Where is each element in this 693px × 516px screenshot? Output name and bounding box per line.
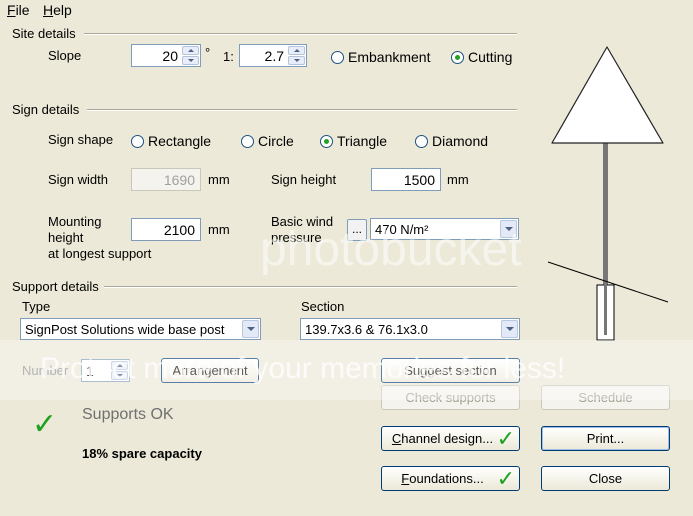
radio-embankment[interactable]: Embankment — [331, 49, 430, 65]
menu-bar: File Help — [0, 0, 693, 20]
menu-file[interactable]: File — [7, 2, 30, 18]
radio-embankment-dot[interactable] — [331, 50, 344, 64]
support-type-select[interactable]: SignPost Solutions wide base post — [20, 318, 261, 340]
foundations-rest: oundations... — [409, 471, 484, 486]
wind-label-line2: pressure — [271, 230, 322, 245]
sign-height-input[interactable]: 1500 — [371, 168, 441, 191]
menu-help-rest: elp — [53, 2, 72, 18]
number-label: Number — [22, 363, 69, 378]
foundations-check-icon: ✓ — [496, 466, 515, 491]
radio-triangle[interactable]: Triangle — [320, 133, 387, 149]
radio-circle[interactable]: Circle — [241, 133, 294, 149]
wind-pressure-label: Basic wind pressure — [271, 214, 333, 246]
number-arrows[interactable] — [111, 361, 128, 380]
slope-value: 20 — [162, 48, 178, 64]
sign-width-unit: mm — [208, 172, 230, 187]
site-details-rule — [84, 33, 517, 35]
section-value: 139.7x3.6 & 76.1x3.0 — [305, 322, 428, 337]
channel-design-label: Channel design... — [392, 431, 493, 446]
sign-height-label: Sign height — [271, 172, 337, 187]
radio-cutting[interactable]: Cutting — [451, 49, 512, 65]
support-type-dropdown-icon[interactable] — [242, 320, 259, 338]
radio-rectangle[interactable]: Rectangle — [131, 133, 211, 149]
radio-embankment-label: Embankment — [348, 49, 431, 65]
mounting-height-input[interactable]: 2100 — [131, 218, 201, 241]
radio-diamond-label: Diamond — [432, 133, 489, 149]
degree-symbol: ° — [205, 45, 211, 60]
radio-cutting-dot[interactable] — [451, 50, 464, 64]
radio-rectangle-dot[interactable] — [131, 134, 144, 148]
menu-file-rest: ile — [15, 2, 30, 18]
check-supports-button[interactable]: Check supports — [381, 385, 520, 410]
triangle-sign — [551, 46, 664, 144]
number-value: 1 — [86, 363, 94, 379]
mounting-label-line3: at longest support — [48, 246, 152, 261]
slope-up-arrow-icon[interactable] — [182, 46, 199, 55]
spare-capacity: 18% spare capacity — [82, 446, 202, 461]
schedule-button[interactable]: Schedule — [541, 385, 670, 410]
radio-circle-dot[interactable] — [241, 134, 254, 148]
type-label: Type — [22, 299, 51, 314]
wind-label-line1: Basic wind — [271, 214, 334, 229]
ratio-label: 1: — [223, 49, 234, 64]
sign-shape-label: Sign shape — [48, 132, 114, 147]
sign-post-lower — [604, 260, 607, 335]
menu-help-key: H — [43, 2, 54, 18]
radio-diamond[interactable]: Diamond — [415, 133, 488, 149]
sign-width-input[interactable]: 1690 — [131, 168, 201, 191]
number-up-arrow-icon[interactable] — [111, 361, 128, 370]
wind-pressure-dropdown-icon[interactable] — [500, 220, 517, 238]
radio-circle-label: Circle — [258, 133, 294, 149]
radio-diamond-dot[interactable] — [415, 134, 428, 148]
slope-label: Slope — [48, 48, 82, 63]
suggest-section-button[interactable]: Suggest section — [381, 358, 520, 383]
wind-pressure-browse-button[interactable]: ... — [347, 219, 367, 241]
section-dropdown-icon[interactable] — [501, 320, 518, 338]
channel-design-key: C — [391, 431, 402, 446]
ratio-up-arrow-icon[interactable] — [288, 46, 305, 55]
radio-triangle-dot[interactable] — [320, 134, 333, 148]
sign-width-label: Sign width — [48, 172, 108, 187]
radio-cutting-label: Cutting — [468, 49, 513, 65]
section-select[interactable]: 139.7x3.6 & 76.1x3.0 — [300, 318, 520, 340]
channel-design-button[interactable]: Channel design... ✓ — [381, 426, 520, 451]
support-details-rule — [104, 286, 517, 288]
supports-status: Supports OK — [82, 406, 174, 423]
ratio-value: 2.7 — [264, 48, 284, 64]
foundations-button[interactable]: Foundations... ✓ — [381, 466, 520, 491]
menu-file-key: F — [7, 2, 16, 18]
slope-arrows[interactable] — [182, 46, 199, 65]
sign-details-rule — [87, 109, 517, 111]
channel-design-rest: hannel design... — [401, 431, 494, 446]
radio-rectangle-label: Rectangle — [148, 133, 212, 149]
sign-details-title: Sign details — [12, 102, 80, 117]
close-button[interactable]: Close — [541, 466, 670, 491]
number-down-arrow-icon[interactable] — [111, 371, 128, 380]
wind-pressure-value: 470 N/m² — [375, 222, 429, 237]
number-spinner[interactable]: 1 — [81, 359, 130, 382]
slope-down-arrow-icon[interactable] — [182, 56, 199, 65]
sign-height-unit: mm — [447, 172, 469, 187]
sign-preview-diagram — [547, 46, 669, 341]
support-details-title: Support details — [12, 279, 99, 294]
foundations-label: Foundations... — [401, 471, 483, 486]
ratio-arrows[interactable] — [288, 46, 305, 65]
slope-spinner[interactable]: 20 — [131, 44, 201, 67]
arrangement-button[interactable]: Arrangement — [161, 358, 259, 383]
support-type-value: SignPost Solutions wide base post — [25, 322, 225, 337]
ratio-down-arrow-icon[interactable] — [288, 56, 305, 65]
site-details-title: Site details — [12, 26, 76, 41]
section-label: Section — [301, 299, 345, 314]
channel-design-check-icon: ✓ — [496, 426, 515, 451]
print-button[interactable]: Print... — [541, 426, 670, 451]
wind-pressure-select[interactable]: 470 N/m² — [370, 218, 519, 240]
menu-help[interactable]: Help — [43, 2, 72, 18]
ratio-spinner[interactable]: 2.7 — [239, 44, 307, 67]
mounting-height-unit: mm — [208, 222, 230, 237]
radio-triangle-label: Triangle — [337, 133, 388, 149]
check-mark-icon: ✓ — [32, 408, 58, 441]
